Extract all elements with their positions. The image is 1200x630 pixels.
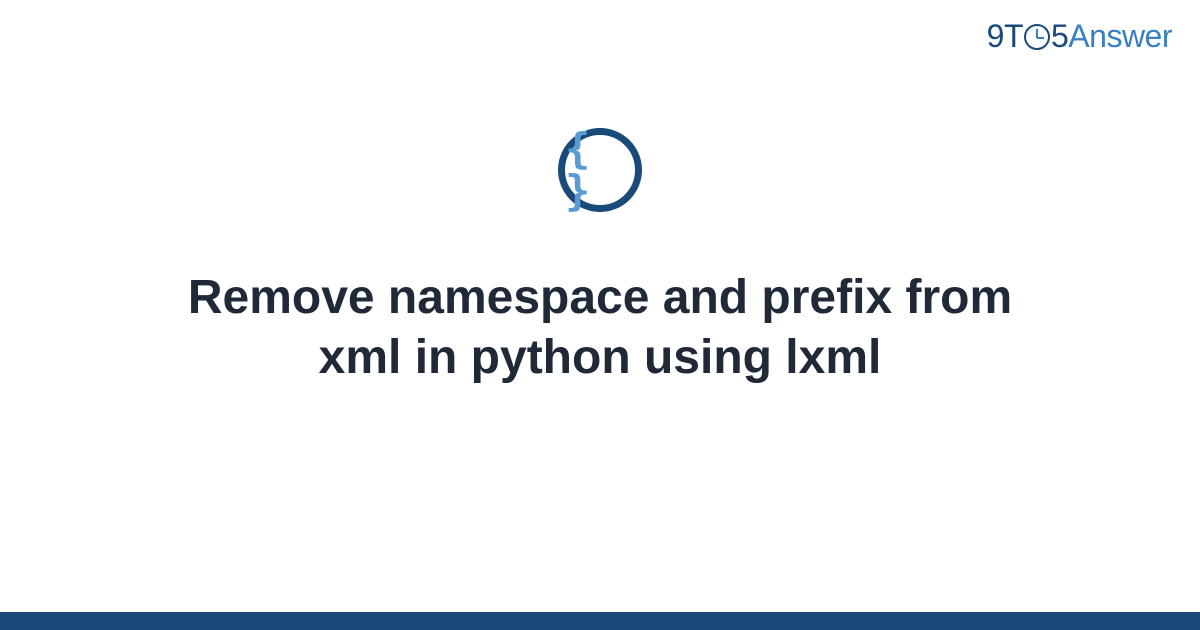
braces-icon: { }	[565, 128, 635, 212]
main-content: { } Remove namespace and prefix from xml…	[0, 128, 1200, 388]
clock-icon	[1024, 24, 1050, 50]
site-logo: 9T5Answer	[987, 18, 1172, 55]
footer-bar	[0, 612, 1200, 630]
logo-nine: 9	[987, 18, 1004, 54]
logo-answer: Answer	[1068, 18, 1172, 54]
logo-t: T	[1004, 18, 1023, 54]
braces-icon-circle: { }	[558, 128, 642, 212]
page-title: Remove namespace and prefix from xml in …	[120, 268, 1080, 388]
logo-five: 5	[1051, 18, 1068, 54]
